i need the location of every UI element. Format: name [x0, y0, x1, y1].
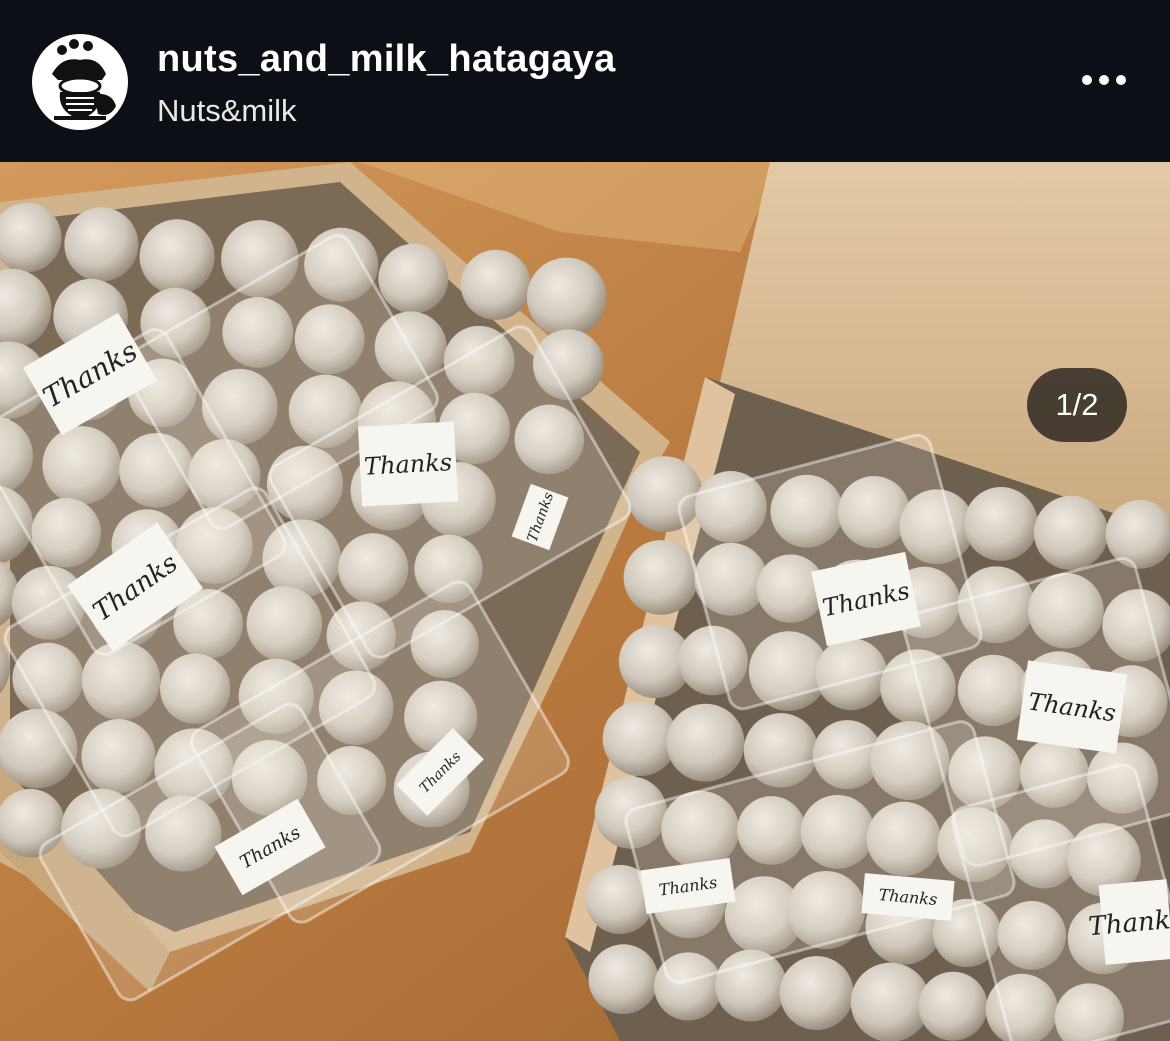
carousel-counter: 1/2	[1027, 368, 1127, 442]
cookie	[602, 701, 678, 777]
cookie	[378, 243, 449, 314]
username-link[interactable]: nuts_and_milk_hatagaya	[157, 38, 616, 81]
post-photo[interactable]: Thanks Thanks Thanks Thanks Thanks Thanks Than…	[0, 162, 1170, 1041]
cookie	[964, 487, 1038, 561]
mascot-logo-icon	[33, 35, 127, 129]
svg-text:Thanks: Thanks	[363, 448, 452, 481]
thanks-sticker: Thanks	[1016, 660, 1128, 754]
cookie	[918, 971, 988, 1041]
cookie	[623, 540, 699, 615]
cookie	[64, 207, 139, 282]
cookie	[588, 944, 659, 1015]
avatar[interactable]	[32, 34, 128, 130]
more-options-icon[interactable]	[1074, 60, 1134, 100]
cookie-boxes-image: ThanksThanksThanks ThanksThanksThanksThan…	[0, 162, 1170, 1041]
cookie	[666, 703, 745, 782]
post-header: nuts_and_milk_hatagaya Nuts&milk	[0, 0, 1170, 162]
cookie	[460, 249, 531, 320]
cookie	[526, 257, 607, 338]
cookie	[850, 962, 931, 1041]
cookie	[1033, 495, 1109, 570]
cookie	[139, 219, 215, 295]
thanks-sticker: Thanks	[861, 873, 955, 921]
location-link[interactable]: Nuts&milk	[157, 93, 297, 129]
thanks-sticker: Thanks	[357, 421, 459, 507]
cookie	[779, 956, 854, 1031]
